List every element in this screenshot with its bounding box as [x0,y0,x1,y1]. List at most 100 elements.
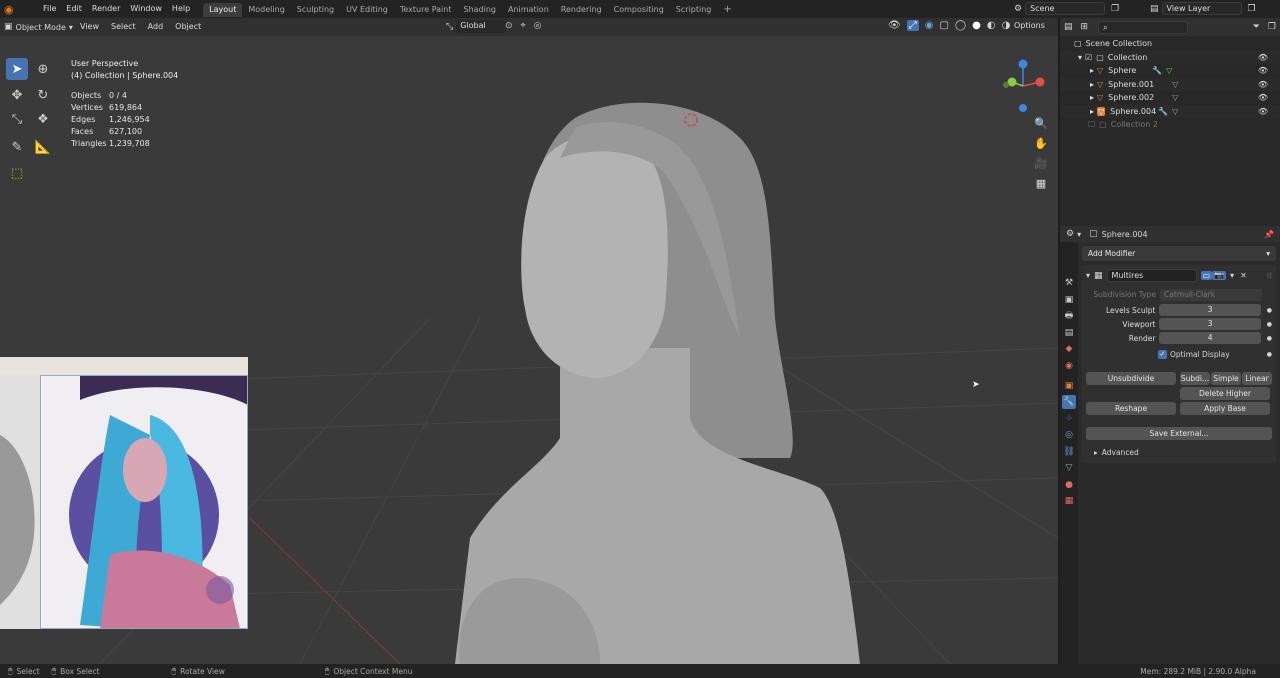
menu-object[interactable]: Object [169,18,207,36]
proportional-edit-icon[interactable]: ◎ [534,21,542,31]
drag-handle-icon[interactable]: ⁞⁞ [1267,271,1272,280]
tab-scripting[interactable]: Scripting [670,3,718,17]
visibility-icon[interactable]: 👁 [888,20,901,31]
optimal-display-row[interactable]: ✓ Optimal Display ● [1086,348,1272,360]
view-layer-field[interactable]: View Layer [1161,2,1242,15]
eye-icon[interactable]: 👁 [1258,107,1268,116]
eye-icon[interactable]: 👁 [1258,93,1268,102]
checkbox-icon[interactable]: ☐ [1088,120,1095,129]
outliner-editor-icon[interactable]: ▤ [1064,22,1073,32]
show-viewport-icon[interactable]: ▭ [1200,271,1213,280]
outliner-object-row[interactable]: ▸ ▽ Sphere.004 🔧 ▽ 👁 [1060,104,1280,118]
checkbox-checked-icon[interactable]: ✓ [1158,349,1167,359]
annotate-tool[interactable]: ✎ [6,136,28,158]
wireframe-shading-icon[interactable]: ◯ [955,20,966,31]
add-cube-tool[interactable]: ⬚ [6,162,28,184]
blender-logo[interactable]: ◉ [0,3,38,16]
reshape-button[interactable]: Reshape [1086,402,1176,415]
linear-button[interactable]: Linear [1242,372,1272,385]
add-modifier-dropdown[interactable]: Add Modifier ▾ [1082,246,1276,261]
filter-icon[interactable]: ⏷ [1253,22,1260,32]
collection-row[interactable]: ▾ ☑ ▢ Collection 👁 [1060,50,1280,64]
mesh-data-props-icon[interactable]: ▽ [1062,461,1076,475]
menu-view[interactable]: View [74,18,105,36]
delete-higher-button[interactable]: Delete Higher [1180,387,1270,400]
save-external-button[interactable]: Save External... [1086,427,1272,440]
menu-edit[interactable]: Edit [61,0,87,18]
pan-hand-icon[interactable]: ✋ [1032,134,1050,152]
3d-viewport[interactable]: ▣ Object Mode ▾ View Select Add Object ⤡… [0,18,1058,664]
render-props-icon[interactable]: ▣ [1062,293,1076,307]
outliner-object-row[interactable]: ▸ ▽ Sphere 🔧 ▽ 👁 [1060,64,1280,78]
scene-selector[interactable]: ⚙ Scene ❐ [1014,2,1119,15]
tab-animation[interactable]: Animation [502,3,555,17]
eye-icon[interactable]: 👁 [1258,53,1268,62]
tab-sculpting[interactable]: Sculpting [291,3,340,17]
collapse-arrow-icon[interactable]: ▾ [1086,271,1090,280]
snap-icon[interactable]: ⌖ [521,21,526,31]
scene-collection-row[interactable]: ▢ Scene Collection [1060,37,1280,51]
menu-window[interactable]: Window [125,0,167,18]
menu-add[interactable]: Add [142,18,170,36]
material-shading-icon[interactable]: ◐ [987,20,996,31]
scene-field[interactable]: Scene [1025,2,1106,15]
modifier-props-icon[interactable]: 🔧 [1062,395,1076,409]
tab-layout[interactable]: Layout [203,3,243,17]
world-props-icon[interactable]: ◉ [1062,359,1076,373]
mode-selector[interactable]: ▣ Object Mode ▾ [4,22,74,32]
menu-select[interactable]: Select [105,18,142,36]
transform-orientation[interactable]: ⤡ Global [446,20,507,33]
tab-uv-editing[interactable]: UV Editing [340,3,394,17]
show-render-icon[interactable]: 📷 [1212,271,1227,280]
texture-props-icon[interactable]: ▦ [1062,494,1076,508]
particles-icon[interactable]: ⁘ [1062,412,1076,426]
cursor-tool[interactable]: ⊕ [32,58,54,80]
output-props-icon[interactable]: 🖶 [1062,309,1076,323]
keyframe-dot-icon[interactable]: ● [1267,307,1272,314]
eye-icon[interactable]: 👁 [1258,66,1268,75]
options-button[interactable]: Options [1010,20,1049,33]
advanced-subpanel[interactable]: ▸ Advanced [1086,448,1272,457]
select-tool[interactable]: ➤ [6,58,28,80]
grid-perspective-icon[interactable]: ▦ [1032,174,1050,192]
close-icon[interactable]: ✕ [1240,271,1247,280]
zoom-icon[interactable]: 🔍 [1032,114,1050,132]
tab-shading[interactable]: Shading [457,3,502,17]
object-props-icon[interactable]: ▣ [1062,379,1076,393]
camera-icon[interactable]: 🎥 [1032,154,1050,172]
solid-shading-icon[interactable]: ● [972,20,981,31]
menu-help[interactable]: Help [167,0,195,18]
tab-compositing[interactable]: Compositing [608,3,670,17]
simple-button[interactable]: Simple [1211,372,1241,385]
menu-render[interactable]: Render [87,0,125,18]
orientation-field[interactable]: Global [456,20,507,33]
keyframe-dot-icon[interactable]: ● [1267,321,1272,328]
tab-modeling[interactable]: Modeling [242,3,290,17]
levels-sculpt-field[interactable]: 3 [1159,304,1261,316]
subdivision-type-select[interactable]: Catmull-Clark [1160,288,1262,301]
measure-tool[interactable]: 📐 [32,136,54,158]
rendered-shading-icon[interactable]: ◑ [1002,20,1011,31]
chevron-down-icon[interactable]: ▾ [1230,271,1234,280]
add-workspace-button[interactable]: + [717,3,737,17]
expand-arrow-icon[interactable]: ▸ [1090,93,1094,102]
transform-tool[interactable]: ❖ [32,108,54,130]
rotate-tool[interactable]: ↻ [32,84,54,106]
render-levels-field[interactable]: 4 [1159,332,1261,344]
new-view-layer-icon[interactable]: ❐ [1248,4,1256,14]
eye-icon[interactable]: 👁 [1258,80,1268,89]
scale-tool[interactable]: ⤡ [6,108,28,130]
keyframe-dot-icon[interactable]: ● [1267,335,1272,342]
display-mode-icon[interactable]: ⊞ [1081,22,1089,32]
tab-texture-paint[interactable]: Texture Paint [394,3,458,17]
menu-file[interactable]: File [38,0,61,18]
new-scene-icon[interactable]: ❐ [1111,4,1119,14]
tab-rendering[interactable]: Rendering [555,3,608,17]
physics-icon[interactable]: ◎ [1062,428,1076,442]
gizmo-icon[interactable]: ⤢ [906,20,919,31]
move-tool[interactable]: ✥ [6,84,28,106]
expand-arrow-icon[interactable]: ▸ [1090,66,1094,75]
expand-arrow-icon[interactable]: ▸ [1090,80,1094,89]
unsubdivide-button[interactable]: Unsubdivide [1086,372,1176,385]
scene-props-icon[interactable]: ◆ [1062,342,1076,356]
